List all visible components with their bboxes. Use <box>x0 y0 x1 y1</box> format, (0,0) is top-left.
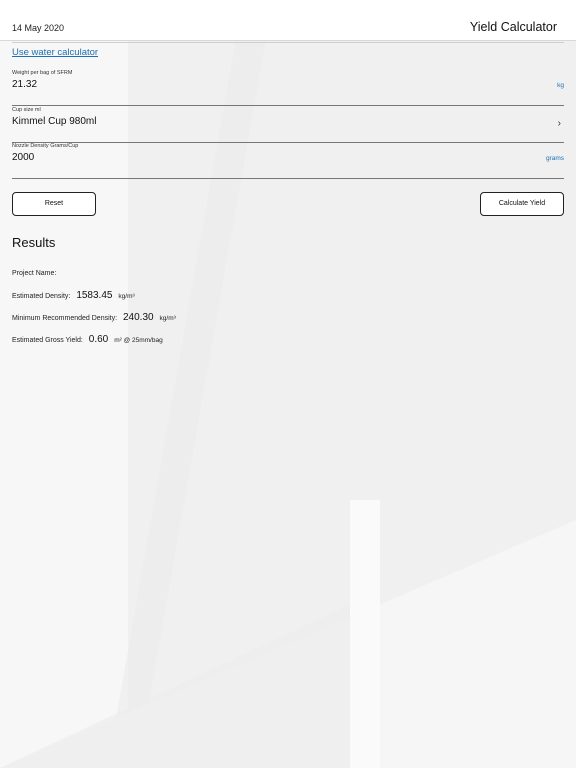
page-title: Yield Calculator <box>469 20 557 34</box>
project-name-row: Project Name: <box>12 270 56 277</box>
project-name-label: Project Name: <box>12 270 57 277</box>
gross-yield-value: 0.60 <box>88 334 109 345</box>
field-label: Nozzle Density Grams/Cup <box>12 143 79 149</box>
calculate-yield-button[interactable]: Calculate Yield <box>480 192 564 216</box>
header-bar: 14 May 2020 Yield Calculator <box>0 0 576 41</box>
divider <box>12 42 564 43</box>
field-unit: grams <box>545 155 564 162</box>
field-label: Cup size ml <box>12 107 41 113</box>
gross-yield-label: Estimated Gross Yield: <box>12 337 83 344</box>
gross-yield-unit: m² @ 25mm/bag <box>114 337 163 344</box>
weight-per-bag-value[interactable]: 21.32 <box>12 79 37 90</box>
cup-size-value[interactable]: Kimmel Cup 980ml <box>12 116 96 127</box>
use-water-calculator-link[interactable]: Use water calculator <box>12 47 98 58</box>
field-underline <box>12 105 564 106</box>
weight-per-bag-field[interactable]: Weight per bag of SFRM 21.32 kg <box>12 70 564 106</box>
bg-shape <box>350 500 380 768</box>
estimated-density-value: 1583.45 <box>76 290 113 301</box>
min-density-value: 240.30 <box>123 312 154 323</box>
field-unit: kg <box>557 82 564 89</box>
estimated-density-row: Estimated Density: 1583.45 kg/m³ <box>12 290 135 301</box>
min-density-label: Minimum Recommended Density: <box>12 315 118 322</box>
estimated-density-unit: kg/m³ <box>118 293 135 300</box>
chevron-right-icon[interactable]: › <box>558 118 561 129</box>
field-label: Weight per bag of SFRM <box>12 70 73 76</box>
nozzle-density-field[interactable]: Nozzle Density Grams/Cup 2000 grams <box>12 143 564 179</box>
header-date: 14 May 2020 <box>12 23 65 33</box>
cup-size-field[interactable]: Cup size ml Kimmel Cup 980ml › <box>12 107 564 143</box>
min-density-unit: kg/m³ <box>159 315 176 322</box>
estimated-density-label: Estimated Density: <box>12 293 71 300</box>
nozzle-density-value[interactable]: 2000 <box>12 152 34 163</box>
reset-button[interactable]: Reset <box>12 192 96 216</box>
gross-yield-row: Estimated Gross Yield: 0.60 m² @ 25mm/ba… <box>12 334 163 345</box>
field-underline <box>12 178 564 179</box>
min-density-row: Minimum Recommended Density: 240.30 kg/m… <box>12 312 176 323</box>
results-heading: Results <box>12 235 56 250</box>
